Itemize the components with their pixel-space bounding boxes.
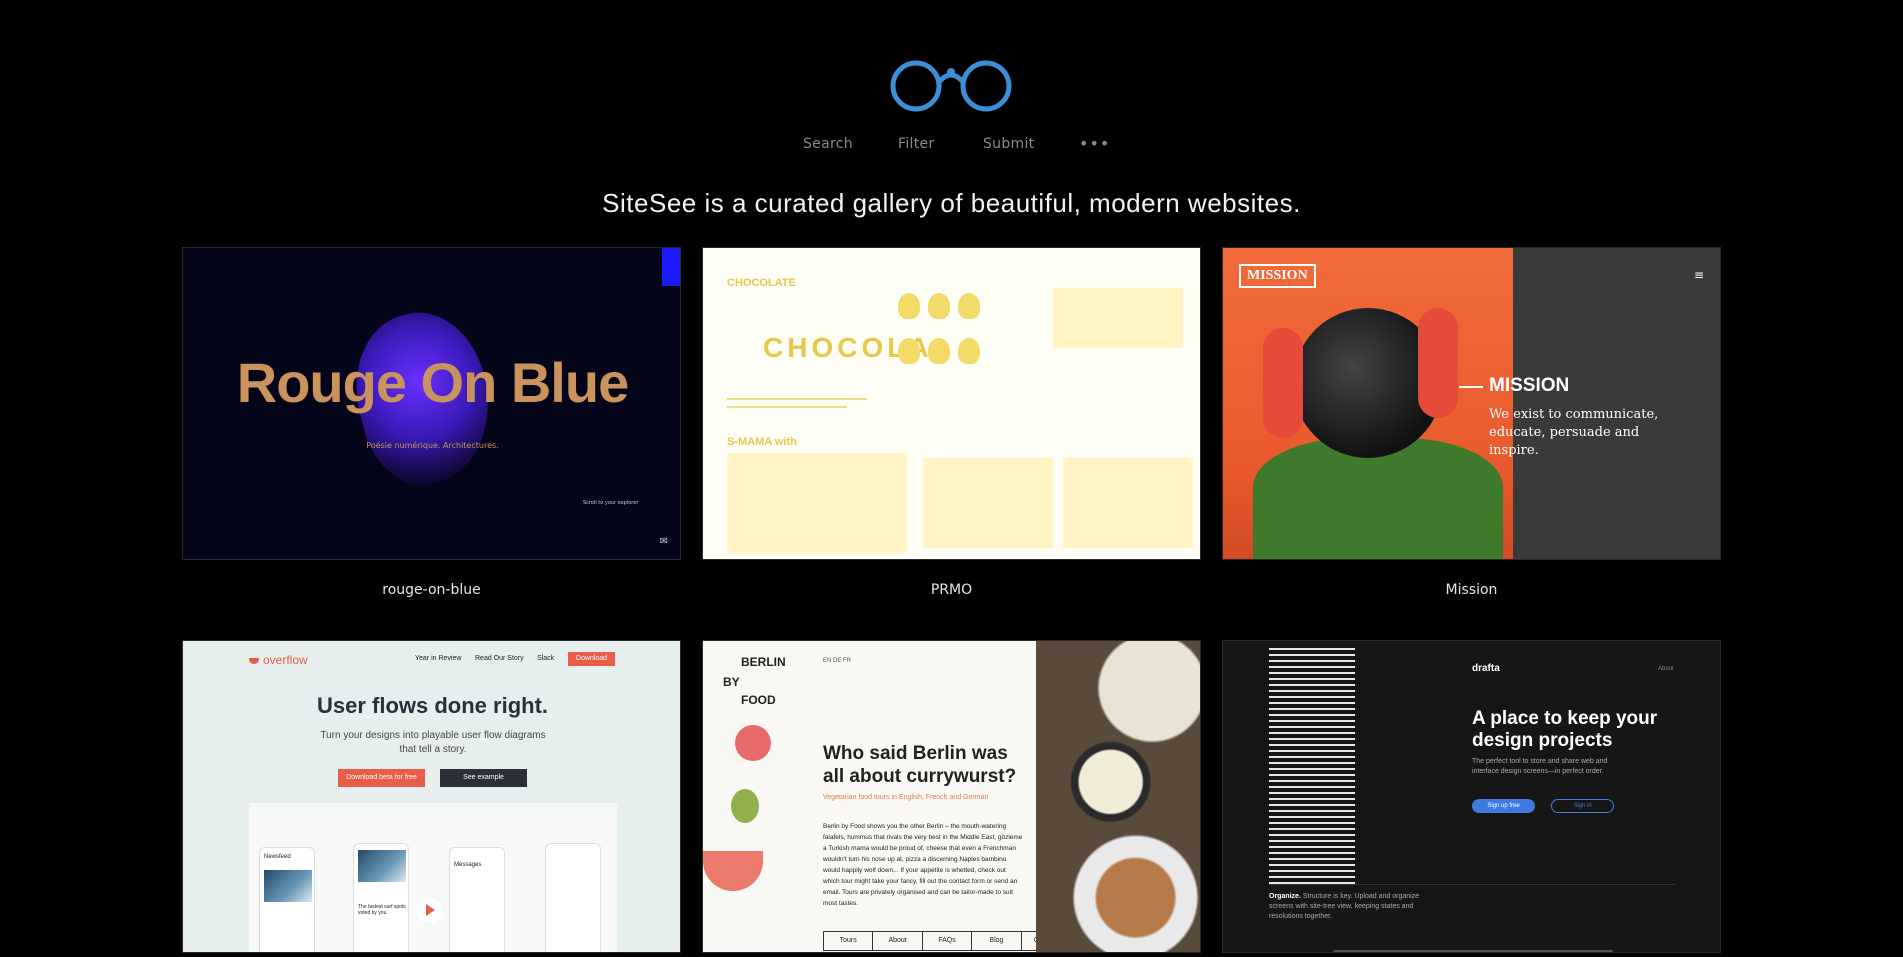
card-section-heading: S-MAMA with [727,436,797,448]
card-subhead: Vegetarian food tours in English, French… [823,794,989,801]
site-nav-link: FAQs [923,932,973,950]
gallery-card-drafta[interactable]: drafta About A place to keep your design… [1222,640,1721,953]
card-site-text: We exist to communicate, educate, persua… [1489,407,1659,458]
scrollbar [1333,950,1613,952]
character-figure [928,293,950,319]
glasses-icon[interactable] [890,58,1012,114]
play-icon [416,897,442,923]
character-figure [898,338,920,364]
card-headline: Who said Berlin was all about currywurst… [823,743,1017,787]
phone-label: Messages [454,862,482,868]
phone-mockup: The fastest surf spots voted by you [353,843,409,952]
tour-badge [735,725,771,761]
site-footer-nav: Tours About FAQs Blog Contact [823,931,1071,951]
menu-icon: ≡ [1693,268,1704,282]
phone-label: Newsfeed [264,854,291,860]
gallery-card-rouge-on-blue[interactable]: Rouge On Blue Poésie numérique. Architec… [182,247,681,560]
nav-search[interactable]: Search [803,136,853,152]
gallery-card-overflow[interactable]: overflow Year in Review Read Our Story S… [182,640,681,953]
phone-mockup [545,843,601,952]
character-figure [898,293,920,319]
illustration-panel [727,453,907,553]
content-panel [1053,288,1183,348]
stripes-graphic [1269,648,1355,885]
phone-label: The fastest surf spots voted by you [358,904,406,916]
site-nav-link: Tours [824,932,874,950]
mail-icon: ✉ [659,536,668,547]
cta-secondary: See example [440,769,527,787]
about-link: About [1658,666,1674,672]
site-nav-link: Year in Review [415,655,462,662]
card-headline: A place to keep your design projects [1472,708,1658,751]
card-site-title: Rouge On Blue [236,351,629,414]
site-nav-link: Blog [972,932,1022,950]
card-headline: User flows done right. [316,693,549,718]
melon-illustration [703,851,763,891]
food-photo [1036,641,1200,952]
card-text: Turn your designs into playable user flo… [320,730,546,755]
nav-submit[interactable]: Submit [983,136,1034,152]
flamingo-image [1263,328,1303,438]
download-button: Download [568,652,615,666]
signup-button: Sign up free [1472,799,1535,813]
organize-text: Organize. Structure is key. Upload and o… [1269,893,1420,920]
gallery-card-mission[interactable]: MISSION ≡ MISSION We exist to communicat… [1222,247,1721,560]
site-nav-link: Read Our Story [475,655,524,662]
phone-mockup: Messages [449,847,505,952]
card-body: Berlin by Food shows you the other Berli… [823,823,1023,907]
gallery-card-prmo[interactable]: CHOCOLATE CHOCOLA S-MAMA with [702,247,1201,560]
text-line [727,398,867,400]
character-figure [928,338,950,364]
gallery-caption[interactable]: Mission [1222,582,1721,598]
avocado-illustration [731,789,759,823]
illustration-panel [1063,458,1193,548]
mission-logo: MISSION [1239,264,1316,288]
wave-photo [264,870,312,902]
gallery-caption[interactable]: rouge-on-blue [182,582,681,598]
overflow-brand: overflow [249,653,308,667]
card-heading: CHOCOLATE [727,277,796,289]
card-text: The perfect tool to store and share web … [1472,758,1608,775]
card-site-subtitle: Poésie numérique. Architectures. [366,441,499,450]
wave-photo [358,850,406,882]
card-site-title: MISSION [1458,375,1570,396]
cta-primary: Download beta for free [338,769,425,787]
site-nav-link: About [873,932,923,950]
character-figure [958,293,980,319]
scroll-hint: Scroll to your explorer [583,500,639,506]
illustration-panel [923,458,1053,548]
text-line [727,406,847,408]
gallery-card-berlin-by-food[interactable]: BERLIN BY FOOD EN DE FR Who said Berlin … [702,640,1201,953]
flow-diagram: Newsfeed The fastest surf spots voted by… [249,803,617,952]
gallery-caption[interactable]: PRMO [702,582,1201,598]
main-nav: Search Filter Submit ••• [0,134,1903,158]
nav-filter[interactable]: Filter [898,136,934,152]
signin-button: Sign in [1551,799,1614,813]
site-nav-link: Slack [537,655,555,662]
drafta-brand: drafta [1472,663,1500,674]
divider [1269,884,1675,885]
side-tag [662,248,680,286]
flamingo-image [1418,308,1458,418]
phone-mockup: Newsfeed [259,847,315,952]
more-menu-icon[interactable]: ••• [1079,134,1110,153]
site-tagline: SiteSee is a curated gallery of beautifu… [602,188,1301,218]
character-figure [958,338,980,364]
berlin-logo: BERLIN BY FOOD [723,655,786,707]
language-switch: EN DE FR [823,658,852,664]
